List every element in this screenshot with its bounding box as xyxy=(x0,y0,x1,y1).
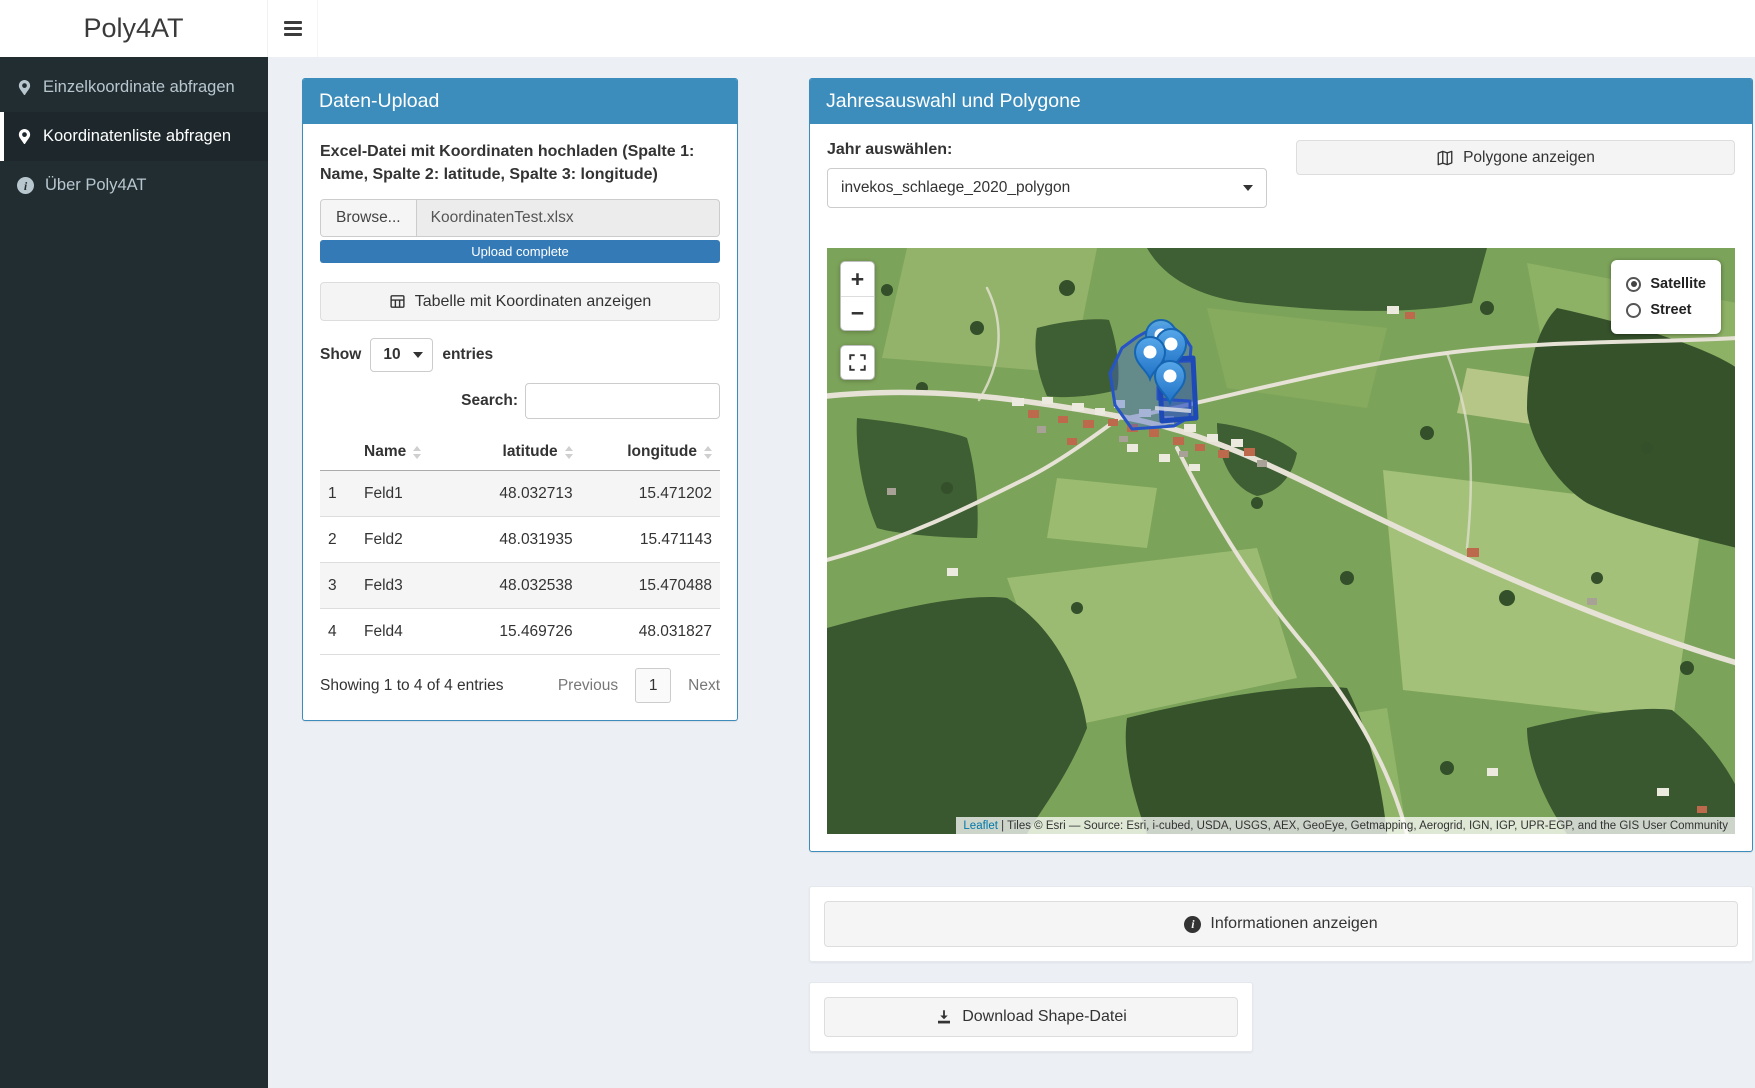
layer-control: Satellite Street xyxy=(1611,260,1721,334)
sort-icon xyxy=(565,446,573,459)
sidebar-item-koordinatenliste[interactable]: Koordinatenliste abfragen xyxy=(0,112,268,161)
coordinates-table: Name latitude longitude 1 Feld1 xyxy=(320,434,720,655)
zoom-in-button[interactable]: + xyxy=(841,262,874,296)
page-length-value: 10 xyxy=(383,346,400,364)
fullscreen-button[interactable] xyxy=(840,345,875,380)
table-row: 2 Feld2 48.031935 15.471143 xyxy=(320,517,720,563)
table-row: 1 Feld1 48.032713 15.471202 xyxy=(320,471,720,517)
daten-upload-panel: Daten-Upload Excel-Datei mit Koordinaten… xyxy=(302,78,738,721)
table-search-control: Search: xyxy=(320,383,720,419)
chevron-down-icon xyxy=(1243,185,1253,191)
info-circle-icon: i xyxy=(1184,916,1201,933)
hamburger-icon xyxy=(284,18,302,39)
sidebar-item-ueber[interactable]: i Über Poly4AT xyxy=(0,161,268,210)
sidebar-item-label: Koordinatenliste abfragen xyxy=(43,127,231,146)
page-length-select[interactable]: 10 xyxy=(370,338,433,372)
map-icon xyxy=(1436,149,1454,167)
radio-icon xyxy=(1626,303,1641,318)
panel-title: Jahresauswahl und Polygone xyxy=(810,79,1752,124)
show-info-button[interactable]: i Informationen anzeigen xyxy=(824,901,1738,947)
browse-button[interactable]: Browse... xyxy=(321,200,417,236)
length-label-before: Show xyxy=(320,346,361,364)
download-card: Download Shape-Datei xyxy=(809,982,1253,1052)
search-label: Search: xyxy=(461,392,518,410)
sidebar-item-label: Über Poly4AT xyxy=(45,176,146,195)
file-input: Browse... KoordinatenTest.xlsx xyxy=(320,199,720,237)
map-marker-icon xyxy=(17,80,32,95)
sidebar: Einzelkoordinate abfragen Koordinatenlis… xyxy=(0,57,268,1088)
sidebar-toggle-button[interactable] xyxy=(268,0,318,57)
info-card: i Informationen anzeigen xyxy=(809,886,1753,962)
sort-icon xyxy=(413,446,421,459)
leaflet-map[interactable]: + − Satellite Street xyxy=(827,248,1735,834)
column-header-latitude[interactable]: latitude xyxy=(457,434,580,471)
chevron-down-icon xyxy=(413,352,423,358)
column-header-longitude[interactable]: longitude xyxy=(581,434,720,471)
zoom-out-button[interactable]: − xyxy=(841,296,874,330)
download-icon xyxy=(935,1008,953,1026)
fullscreen-icon xyxy=(848,353,867,372)
sidebar-item-einzelkoordinate[interactable]: Einzelkoordinate abfragen xyxy=(0,63,268,112)
show-table-label: Tabelle mit Koordinaten anzeigen xyxy=(415,293,652,311)
radio-selected-icon xyxy=(1626,277,1641,292)
show-info-label: Informationen anzeigen xyxy=(1210,915,1377,933)
layer-option-satellite[interactable]: Satellite xyxy=(1626,271,1706,297)
next-page-button[interactable]: Next xyxy=(688,677,720,695)
table-row: 4 Feld4 15.469726 48.031827 xyxy=(320,609,720,655)
sidebar-menu: Einzelkoordinate abfragen Koordinatenlis… xyxy=(0,57,268,210)
map-attribution: Leaflet | Tiles © Esri — Source: Esri, i… xyxy=(956,817,1735,834)
search-input[interactable] xyxy=(525,383,720,419)
table-row: 3 Feld3 48.032538 15.470488 xyxy=(320,563,720,609)
download-shape-label: Download Shape-Datei xyxy=(962,1008,1127,1026)
page-number-button[interactable]: 1 xyxy=(635,668,671,703)
table-icon xyxy=(389,293,406,310)
layer-label: Satellite xyxy=(1650,276,1706,292)
layer-label: Street xyxy=(1650,302,1691,318)
upload-progress-bar: Upload complete xyxy=(320,240,720,263)
jahresauswahl-panel: Jahresauswahl und Polygone Jahr auswähle… xyxy=(809,78,1753,852)
sort-icon xyxy=(704,446,712,459)
top-navbar: Poly4AT xyxy=(0,0,1755,57)
layer-option-street[interactable]: Street xyxy=(1626,297,1706,323)
upload-instruction: Excel-Datei mit Koordinaten hochladen (S… xyxy=(320,141,720,186)
column-header-name[interactable]: Name xyxy=(356,434,457,471)
show-polygons-button[interactable]: Polygone anzeigen xyxy=(1296,140,1735,175)
attribution-text: Tiles © Esri — Source: Esri, i-cubed, US… xyxy=(1007,820,1728,832)
panel-title: Daten-Upload xyxy=(303,79,737,124)
download-shape-button[interactable]: Download Shape-Datei xyxy=(824,997,1238,1037)
sidebar-item-label: Einzelkoordinate abfragen xyxy=(43,78,235,97)
zoom-control: + − xyxy=(840,261,875,331)
show-table-button[interactable]: Tabelle mit Koordinaten anzeigen xyxy=(320,282,720,321)
file-name-field[interactable]: KoordinatenTest.xlsx xyxy=(417,200,719,236)
app-logo[interactable]: Poly4AT xyxy=(0,0,268,57)
leaflet-link[interactable]: Leaflet xyxy=(963,820,998,832)
pagination: Previous 1 Next xyxy=(558,668,720,703)
year-select-value: invekos_schlaege_2020_polygon xyxy=(841,179,1070,197)
previous-page-button[interactable]: Previous xyxy=(558,677,618,695)
length-label-after: entries xyxy=(442,346,493,364)
satellite-tile-layer xyxy=(827,248,1735,834)
table-info: Showing 1 to 4 of 4 entries xyxy=(320,677,504,695)
map-marker-icon xyxy=(17,129,32,144)
main-content: Daten-Upload Excel-Datei mit Koordinaten… xyxy=(268,57,1755,1088)
show-polygons-label: Polygone anzeigen xyxy=(1463,149,1595,167)
table-header-row: Name latitude longitude xyxy=(320,434,720,471)
table-footer: Showing 1 to 4 of 4 entries Previous 1 N… xyxy=(320,668,720,703)
info-circle-icon: i xyxy=(17,177,34,194)
index-column-header xyxy=(320,434,356,471)
year-select[interactable]: invekos_schlaege_2020_polygon xyxy=(827,168,1267,208)
table-length-control: Show 10 entries xyxy=(320,338,720,372)
